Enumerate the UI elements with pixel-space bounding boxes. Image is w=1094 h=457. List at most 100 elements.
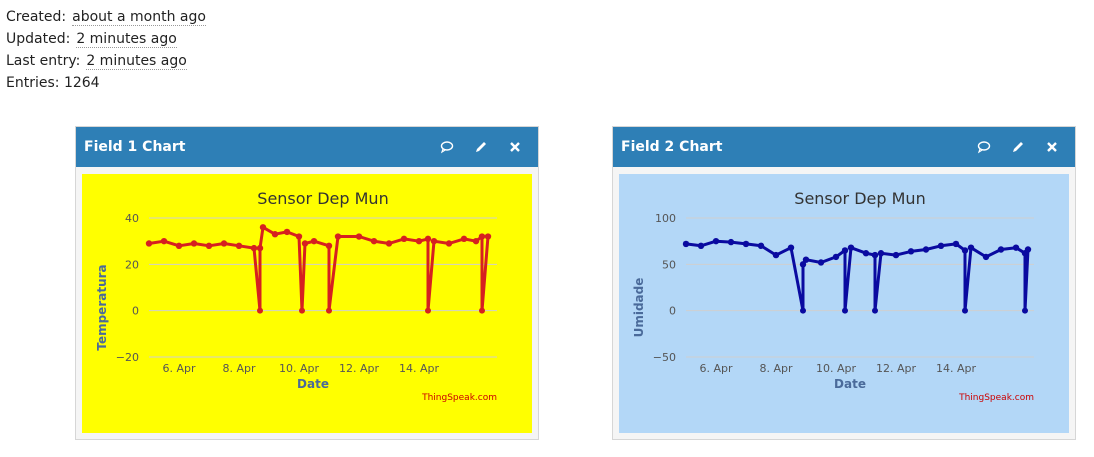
- x-tick-label: 8. Apr: [222, 362, 255, 375]
- entries-value: 1264: [63, 75, 100, 91]
- x-tick-label: 6. Apr: [699, 362, 732, 375]
- data-point: [982, 253, 990, 261]
- data-point: [334, 233, 342, 240]
- data-point: [326, 307, 332, 314]
- data-point: [871, 251, 879, 259]
- data-point: [479, 307, 485, 314]
- data-point: [862, 250, 870, 257]
- panel-header: Field 1 Chart: [76, 127, 538, 167]
- data-point: [1024, 246, 1032, 253]
- pencil-icon[interactable]: [1011, 140, 1025, 154]
- data-point: [484, 233, 492, 240]
- last-entry-label: Last entry:: [6, 53, 81, 69]
- data-point: [445, 240, 453, 247]
- data-point: [257, 307, 263, 314]
- chart-title: Sensor Dep Mun: [257, 189, 388, 208]
- field1-chart-svg: Sensor Dep Mun 40 20 0 −20 Temperatura 6. Apr 8…: [82, 174, 532, 433]
- pencil-icon[interactable]: [474, 140, 488, 154]
- data-point: [250, 244, 258, 252]
- data-point: [175, 242, 183, 249]
- data-point: [310, 237, 318, 245]
- chart-title: Sensor Dep Mun: [794, 189, 925, 208]
- x-tick-label: 12. Apr: [876, 362, 916, 375]
- data-point: [424, 235, 432, 243]
- chart-credit: ThingSpeak.com: [421, 393, 497, 403]
- y-tick-label: 20: [125, 258, 139, 271]
- data-point: [205, 242, 213, 249]
- updated-row: Updated: 2 minutes ago: [6, 28, 206, 50]
- data-point: [872, 307, 878, 314]
- data-point: [1022, 307, 1028, 314]
- data-point: [299, 307, 305, 314]
- data-point: [301, 240, 309, 247]
- data-point: [742, 240, 750, 248]
- x-axis-label: Date: [297, 377, 329, 391]
- data-point: [400, 235, 408, 243]
- y-tick-label: 50: [662, 258, 676, 271]
- y-tick-label: 100: [655, 212, 676, 225]
- data-point: [259, 224, 267, 231]
- data-point: [997, 246, 1005, 253]
- data-point: [355, 233, 363, 240]
- data-point: [892, 251, 900, 259]
- data-point: [430, 237, 438, 245]
- x-axis-label: Date: [834, 377, 866, 391]
- data-point: [841, 247, 849, 254]
- data-point: [460, 235, 468, 243]
- panel-title: Field 2 Chart: [621, 139, 723, 155]
- y-axis-label: Temperatura: [95, 264, 109, 350]
- data-point: [425, 307, 431, 314]
- data-point: [922, 246, 930, 253]
- last-entry-value: 2 minutes ago: [86, 53, 187, 70]
- comment-icon[interactable]: [977, 140, 991, 154]
- data-point: [877, 250, 885, 257]
- comment-icon[interactable]: [440, 140, 454, 154]
- data-point: [415, 237, 423, 245]
- data-point: [937, 242, 945, 249]
- data-point: [472, 237, 480, 245]
- x-tick-label: 14. Apr: [936, 362, 976, 375]
- last-entry-row: Last entry: 2 minutes ago: [6, 50, 206, 72]
- y-tick-label: 0: [669, 305, 676, 318]
- y-tick-label: −20: [116, 351, 139, 364]
- data-point: [235, 242, 243, 249]
- data-point: [952, 240, 960, 248]
- field1-chart-panel: Field 1 Chart Sensor Dep Mun 40 20 0 −20 Temp…: [75, 126, 539, 440]
- data-point: [712, 237, 720, 245]
- close-icon[interactable]: [1045, 140, 1059, 154]
- updated-value: 2 minutes ago: [76, 31, 177, 48]
- data-point: [283, 228, 291, 236]
- data-point: [757, 242, 765, 249]
- data-point: [907, 248, 915, 255]
- data-point: [697, 242, 705, 249]
- field2-chart: Sensor Dep Mun 100 50 0 −50 Umidade 6. Apr 8. A…: [619, 174, 1069, 433]
- chart-credit: ThingSpeak.com: [958, 393, 1034, 403]
- data-point: [271, 231, 279, 238]
- data-point: [842, 307, 848, 314]
- entries-label: Entries:: [6, 75, 60, 91]
- close-icon[interactable]: [508, 140, 522, 154]
- data-point: [772, 251, 780, 259]
- x-tick-label: 10. Apr: [816, 362, 856, 375]
- data-point: [370, 237, 378, 245]
- panel-title: Field 1 Chart: [84, 139, 186, 155]
- data-point: [802, 256, 810, 263]
- data-point: [220, 240, 228, 247]
- data-point: [962, 307, 968, 314]
- x-tick-label: 14. Apr: [399, 362, 439, 375]
- data-point: [961, 247, 969, 254]
- updated-label: Updated:: [6, 31, 71, 47]
- created-label: Created:: [6, 9, 67, 25]
- data-point: [160, 237, 168, 245]
- data-point: [800, 307, 806, 314]
- data-point: [325, 242, 333, 249]
- x-tick-label: 12. Apr: [339, 362, 379, 375]
- y-axis-label: Umidade: [632, 278, 646, 338]
- data-point: [478, 233, 486, 240]
- data-point: [787, 244, 795, 251]
- panel-header: Field 2 Chart: [613, 127, 1075, 167]
- x-tick-label: 6. Apr: [162, 362, 195, 375]
- y-tick-label: 0: [132, 305, 139, 318]
- field2-chart-svg: Sensor Dep Mun 100 50 0 −50 Umidade 6. Apr 8. A…: [619, 174, 1069, 433]
- data-point: [256, 244, 264, 252]
